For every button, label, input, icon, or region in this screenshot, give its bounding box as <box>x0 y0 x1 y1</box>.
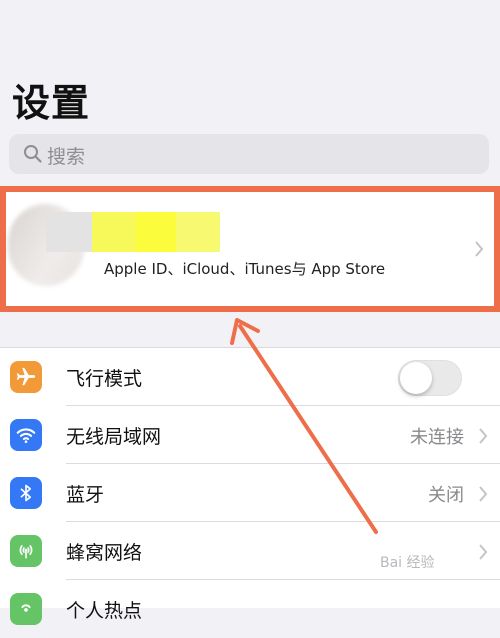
wifi-icon <box>10 419 42 451</box>
cellular-icon <box>10 535 42 567</box>
wifi-status: 未连接 <box>410 427 464 448</box>
search-icon <box>23 144 43 168</box>
search-placeholder: 搜索 <box>47 146 86 168</box>
airplane-icon <box>10 361 42 393</box>
chevron-right-icon <box>478 427 488 449</box>
settings-row-hotspot[interactable]: 个人热点 <box>0 580 500 638</box>
chevron-right-icon <box>478 543 488 565</box>
settings-row-label: 无线局域网 <box>66 426 162 448</box>
settings-row-label: 个人热点 <box>66 600 143 622</box>
bluetooth-status: 关闭 <box>428 485 464 506</box>
settings-row-wifi[interactable]: 无线局域网 未连接 <box>0 406 500 464</box>
watermark: Bai 经验 <box>380 555 435 571</box>
highlight-box <box>0 186 500 312</box>
settings-row-airplane-mode[interactable]: 飞行模式 <box>0 348 500 406</box>
search-bar[interactable]: 搜索 <box>9 134 489 174</box>
airplane-mode-toggle[interactable] <box>398 360 462 396</box>
settings-row-bluetooth[interactable]: 蓝牙 关闭 <box>0 464 500 522</box>
toggle-knob <box>400 362 432 394</box>
page-title: 设置 <box>12 81 91 125</box>
bluetooth-icon <box>10 477 42 509</box>
settings-row-label: 蜂窝网络 <box>66 542 143 564</box>
chevron-right-icon <box>478 485 488 507</box>
settings-row-label: 蓝牙 <box>66 484 105 506</box>
hotspot-icon <box>10 593 42 625</box>
settings-row-label: 飞行模式 <box>66 368 143 390</box>
